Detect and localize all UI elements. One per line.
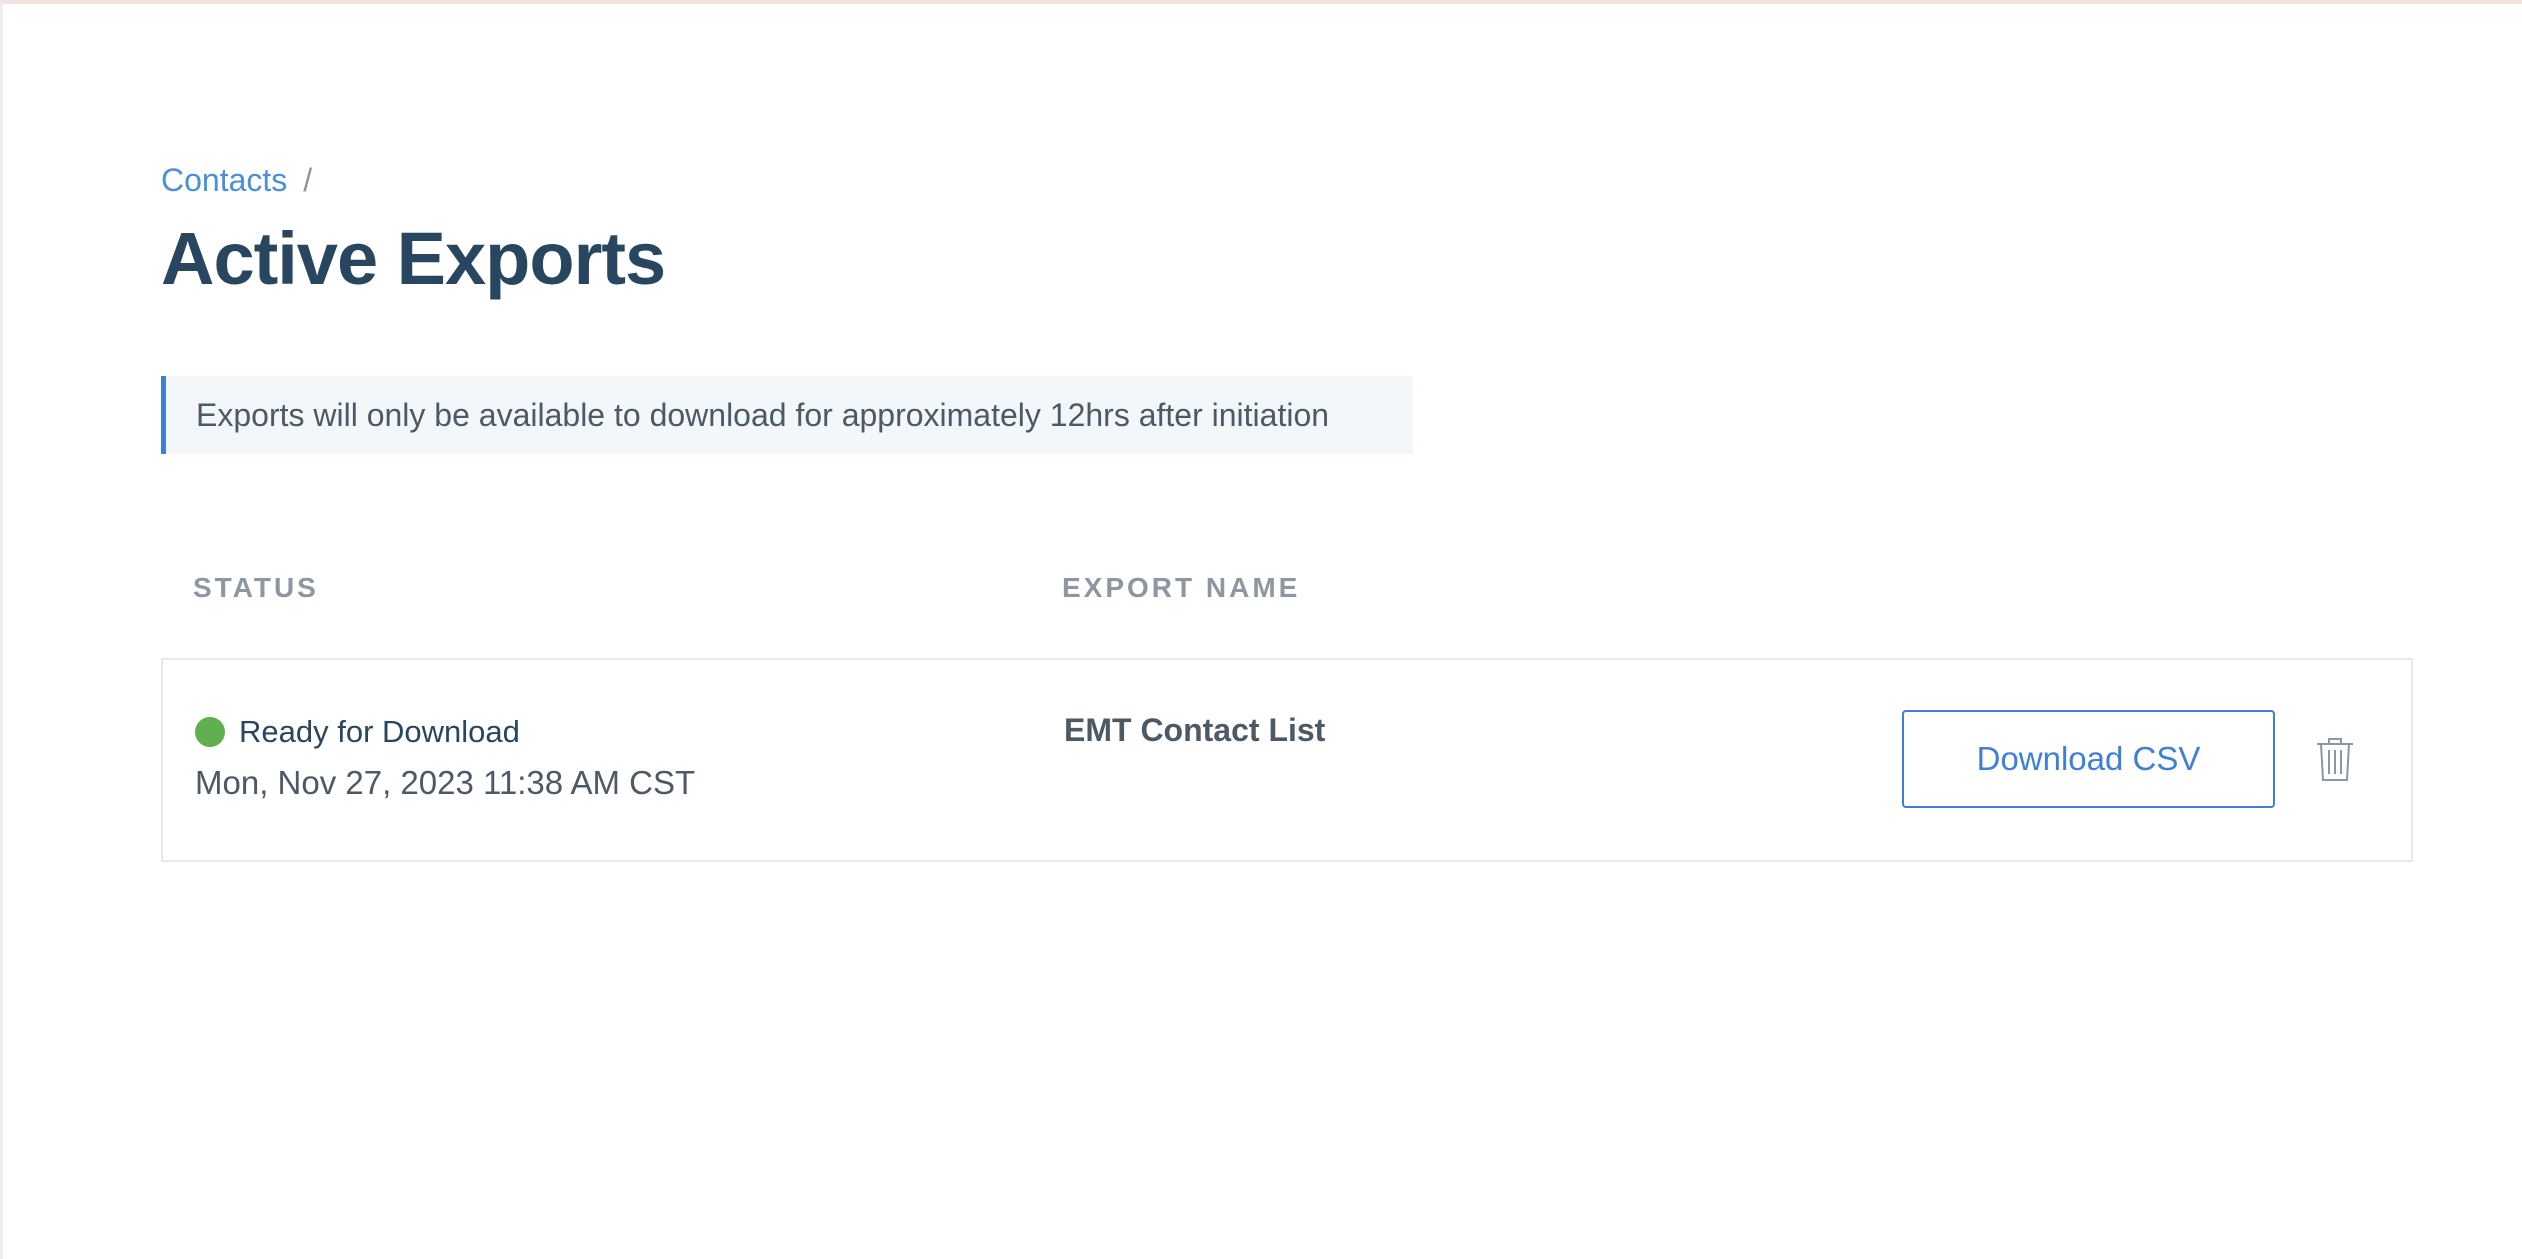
export-name: EMT Contact List xyxy=(1064,712,1326,748)
breadcrumb-link-contacts[interactable]: Contacts xyxy=(161,158,287,202)
status-cell: Ready for Download xyxy=(195,714,520,750)
download-csv-button[interactable]: Download CSV xyxy=(1902,710,2275,808)
column-header-status: STATUS xyxy=(193,572,319,603)
table-row: Ready for Download Mon, Nov 27, 2023 11:… xyxy=(161,658,2413,862)
notice-text: Exports will only be available to downlo… xyxy=(196,396,1330,433)
status-label: Ready for Download xyxy=(239,714,520,749)
status-indicator-dot xyxy=(195,717,225,747)
main-content: Contacts / Active Exports Exports will o… xyxy=(161,158,2413,862)
table-header: STATUS EXPORT NAME xyxy=(161,572,2413,618)
column-header-export-name: EXPORT NAME xyxy=(1062,572,1301,603)
page-title: Active Exports xyxy=(161,217,666,300)
info-notice: Exports will only be available to downlo… xyxy=(161,376,1413,454)
page-frame: Contacts / Active Exports Exports will o… xyxy=(0,0,2522,1259)
export-timestamp: Mon, Nov 27, 2023 11:38 AM CST xyxy=(195,764,696,801)
breadcrumb: Contacts / xyxy=(161,158,2413,202)
breadcrumb-separator: / xyxy=(303,162,313,198)
trash-icon[interactable] xyxy=(2315,736,2355,782)
